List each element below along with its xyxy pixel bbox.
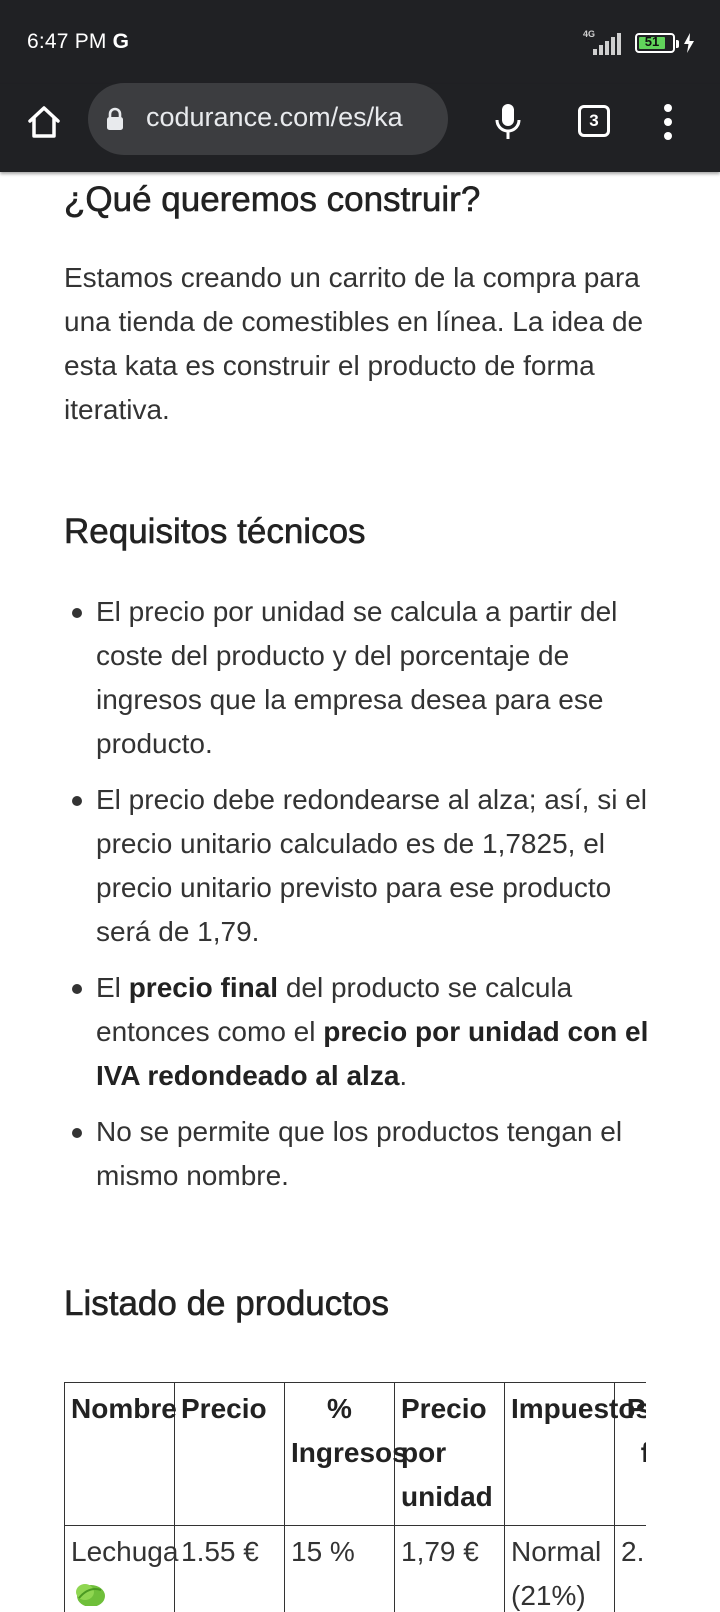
charging-bolt-icon: [683, 33, 695, 53]
products-table: Nombre Precio % Ingresos Precio por unid…: [64, 1382, 646, 1612]
more-vert-icon[interactable]: [656, 102, 680, 142]
cell-taxes: Normal (21%): [505, 1526, 615, 1612]
mic-icon[interactable]: [492, 102, 524, 142]
requirement-text-post: .: [399, 1060, 407, 1091]
lock-icon: [106, 107, 124, 131]
column-header-name: Nombre: [65, 1383, 175, 1526]
table-row: Lechuga 1.55 € 15 % 1,79 € Normal (21%) …: [65, 1526, 647, 1612]
requirement-item: El precio final del producto se calcula …: [64, 966, 664, 1098]
home-icon: [26, 104, 62, 140]
cell-final-price: 2.17 €: [615, 1526, 647, 1612]
cell-name: Lechuga: [65, 1526, 175, 1612]
status-bar: 6:47 PM G 4G 51: [0, 0, 720, 84]
status-time: 6:47 PM G: [27, 30, 129, 54]
google-g-icon: G: [113, 30, 130, 53]
column-header-unit-price: Precio por unidad: [395, 1383, 505, 1526]
cell-price: 1.55 €: [175, 1526, 285, 1612]
url-bar[interactable]: codurance.com/es/ka: [88, 83, 448, 155]
lettuce-icon: [71, 1576, 107, 1606]
battery-icon: 51: [635, 33, 675, 53]
intro-paragraph: Estamos creando un carrito de la compra …: [64, 256, 664, 432]
clock: 6:47 PM: [27, 30, 107, 53]
battery-level: 51: [637, 34, 667, 49]
requirement-item: El precio por unidad se calcula a partir…: [64, 590, 664, 766]
url-text[interactable]: codurance.com/es/ka: [146, 102, 436, 133]
column-header-taxes: Impuestos: [505, 1383, 615, 1526]
table-header-row: Nombre Precio % Ingresos Precio por unid…: [65, 1383, 647, 1526]
requirement-text-pre: El: [96, 972, 129, 1003]
requirement-text: El precio debe redondearse al alza; así,…: [96, 784, 647, 947]
browser-toolbar: codurance.com/es/ka 3: [0, 84, 720, 172]
requirements-list: El precio por unidad se calcula a partir…: [64, 590, 664, 1210]
products-table-wrapper[interactable]: Nombre Precio % Ingresos Precio por unid…: [64, 1382, 646, 1612]
product-name: Lechuga: [71, 1536, 178, 1567]
tabs-icon[interactable]: 3: [578, 105, 610, 137]
signal-icon: 4G: [581, 31, 627, 55]
column-header-revenue: % Ingresos: [285, 1383, 395, 1526]
requirement-bold-final-price: precio final: [129, 972, 278, 1003]
requirement-item: El precio debe redondearse al alza; así,…: [64, 778, 664, 954]
home-button[interactable]: [24, 102, 64, 142]
heading-requirements: Requisitos técnicos: [64, 512, 366, 552]
cell-revenue: 15 %: [285, 1526, 395, 1612]
requirement-text: No se permite que los productos tengan e…: [96, 1116, 622, 1191]
status-icons: 4G 51: [581, 30, 695, 56]
column-header-price: Precio: [175, 1383, 285, 1526]
heading-build: ¿Qué queremos construir?: [64, 180, 480, 220]
heading-products: Listado de productos: [64, 1284, 389, 1324]
requirement-item: No se permite que los productos tengan e…: [64, 1110, 664, 1198]
requirement-text: El precio por unidad se calcula a partir…: [96, 596, 617, 759]
cell-unit-price: 1,79 €: [395, 1526, 505, 1612]
